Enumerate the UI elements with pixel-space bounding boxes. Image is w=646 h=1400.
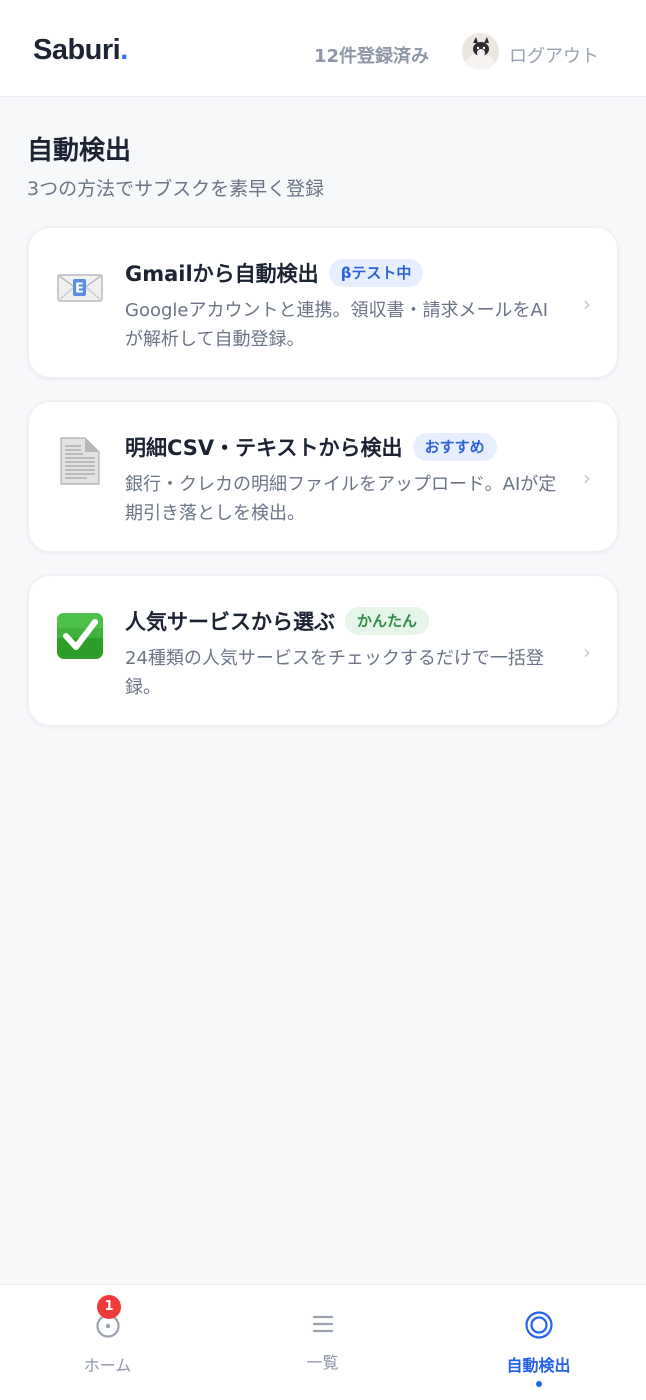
card-title: 明細CSV・テキストから検出 おすすめ (125, 432, 497, 462)
nav-auto-detect[interactable]: 自動検出 (431, 1285, 646, 1400)
header: Saburi. 12件登録済み ログアウト (0, 0, 646, 97)
csv-detect-card[interactable]: 明細CSV・テキストから検出 おすすめ 銀行・クレカの明細ファイルをアップロード。… (28, 401, 618, 552)
nav-label: ホーム (83, 1356, 132, 1375)
recommended-badge: おすすめ (412, 433, 497, 461)
gmail-detect-card[interactable]: E Gmailから自動検出 βテスト中 Googleアカウントと連携。領収書・請求… (28, 227, 618, 378)
logout-link[interactable]: ログアウト (509, 42, 599, 68)
card-title-text: 明細CSV・テキストから検出 (125, 436, 403, 460)
page-title: 自動検出 (27, 136, 132, 166)
card-title-text: 人気サービスから選ぶ (125, 610, 335, 634)
nav-label: 一覧 (306, 1353, 339, 1372)
logo-dot: . (120, 34, 128, 66)
registered-count: 12件登録済み (314, 46, 430, 67)
card-title-text: Gmailから自動検出 (125, 262, 319, 286)
popular-services-card[interactable]: 人気サービスから選ぶ かんたん 24種類の人気サービスをチェックするだけで一括登録… (28, 575, 618, 726)
list-icon (312, 1315, 333, 1333)
avatar[interactable] (462, 33, 499, 70)
avatar-image (462, 33, 499, 70)
check-mark-button-icon (55, 610, 105, 660)
document-icon (55, 436, 105, 486)
active-indicator (535, 1381, 542, 1387)
card-description: 24種類の人気サービスをチェックするだけで一括登録。 (125, 648, 544, 698)
chevron-right-icon: › (583, 292, 591, 316)
card-title: Gmailから自動検出 βテスト中 (125, 258, 424, 288)
bottom-nav: 1 ホーム 一覧 自動検出 (0, 1284, 646, 1400)
envelope-icon: E (55, 262, 105, 312)
card-description: Googleアカウントと連携。領収書・請求メールをAIが解析して自動登録。 (125, 300, 549, 350)
nav-label: 自動検出 (506, 1356, 571, 1375)
nav-home[interactable]: 1 ホーム (0, 1285, 215, 1400)
app-logo[interactable]: Saburi. (33, 34, 128, 67)
card-description: 銀行・クレカの明細ファイルをアップロード。AIが定期引き落としを検出。 (125, 474, 557, 524)
logo-text: Saburi (33, 34, 121, 66)
chevron-right-icon: › (583, 640, 591, 664)
page-subtitle: 3つの方法でサブスクを素早く登録 (27, 178, 325, 200)
chevron-right-icon: › (583, 466, 591, 490)
svg-text:E: E (75, 282, 84, 297)
detect-icon (524, 1311, 553, 1339)
notification-badge: 1 (97, 1295, 121, 1319)
beta-badge: βテスト中 (328, 259, 424, 287)
card-title: 人気サービスから選ぶ かんたん (125, 606, 430, 636)
nav-list[interactable]: 一覧 (215, 1285, 430, 1400)
easy-badge: かんたん (345, 607, 430, 635)
app-root: Saburi. 12件登録済み ログアウト 自動検出 3つの方法でサブスクを素早… (0, 0, 646, 1400)
